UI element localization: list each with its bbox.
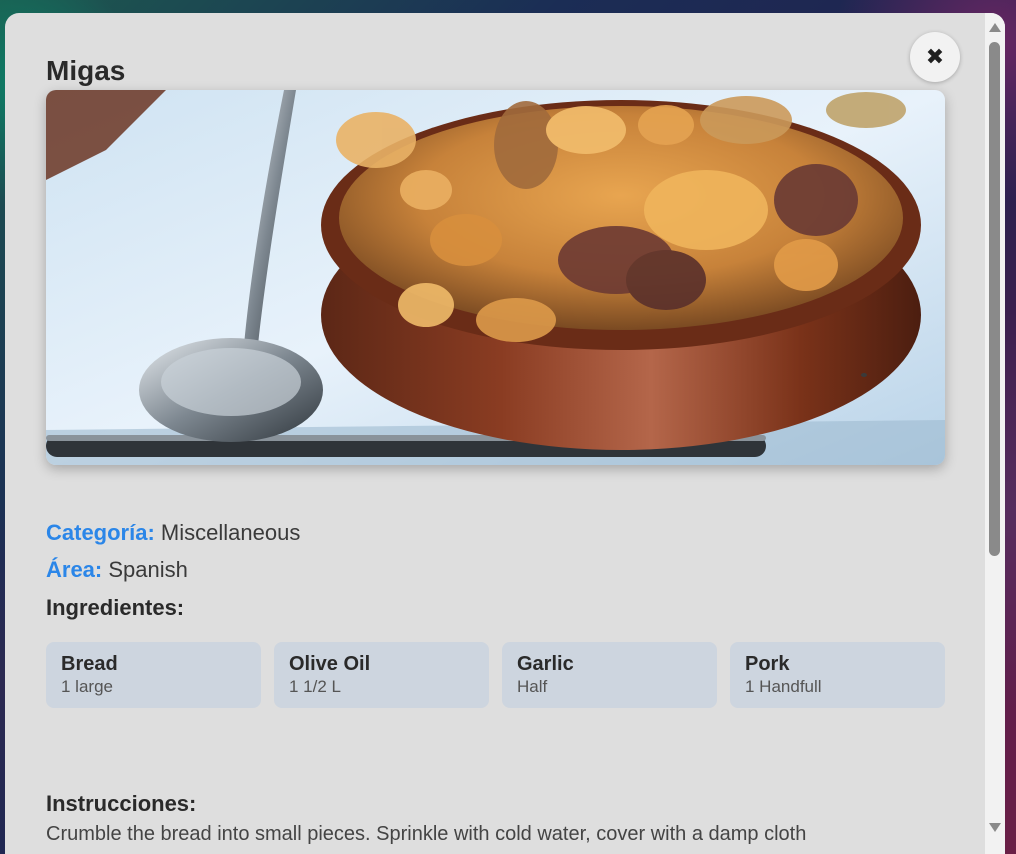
instructions-heading: Instrucciones: (46, 791, 197, 816)
scrollbar-thumb[interactable] (989, 42, 1000, 556)
ingredient-card: Bread 1 large (46, 642, 261, 708)
category-label: Categoría: (46, 520, 155, 545)
ingredient-measure: Half (517, 677, 548, 696)
modal-content: Migas ✖ Categoría: Miscellaneous Área: S… (5, 13, 985, 854)
ingredient-measure: 1 large (61, 677, 113, 696)
ingredient-name: Pork (745, 653, 790, 675)
instructions-text: Crumble the bread into small pieces. Spr… (46, 823, 807, 845)
area-value: Spanish (108, 557, 188, 582)
close-icon: ✖ (925, 44, 945, 69)
ingredient-name: Garlic (517, 653, 574, 675)
ingredients-list: Bread 1 large Olive Oil 1 1/2 L Garlic H… (46, 642, 945, 708)
close-button[interactable]: ✖ (910, 32, 960, 82)
arrow-up-icon[interactable] (989, 23, 1001, 32)
modal-scrollbar[interactable] (985, 13, 1005, 854)
ingredient-card: Olive Oil 1 1/2 L (274, 642, 489, 708)
recipe-image (46, 90, 945, 465)
arrow-down-icon[interactable] (989, 823, 1001, 832)
category-line: Categoría: Miscellaneous (46, 519, 300, 547)
ingredient-measure: 1 Handfull (745, 677, 822, 696)
ingredient-measure: 1 1/2 L (289, 677, 341, 696)
area-label: Área: (46, 557, 103, 582)
ingredient-name: Bread (61, 653, 118, 675)
area-line: Área: Spanish (46, 556, 188, 584)
recipe-title: Migas (46, 55, 126, 86)
recipe-modal: Migas ✖ Categoría: Miscellaneous Área: S… (5, 13, 1005, 854)
ingredient-name: Olive Oil (289, 653, 371, 675)
ingredient-card: Pork 1 Handfull (730, 642, 945, 708)
ingredient-card: Garlic Half (502, 642, 717, 708)
ingredients-heading: Ingredientes: (46, 595, 185, 620)
category-value: Miscellaneous (160, 520, 301, 545)
